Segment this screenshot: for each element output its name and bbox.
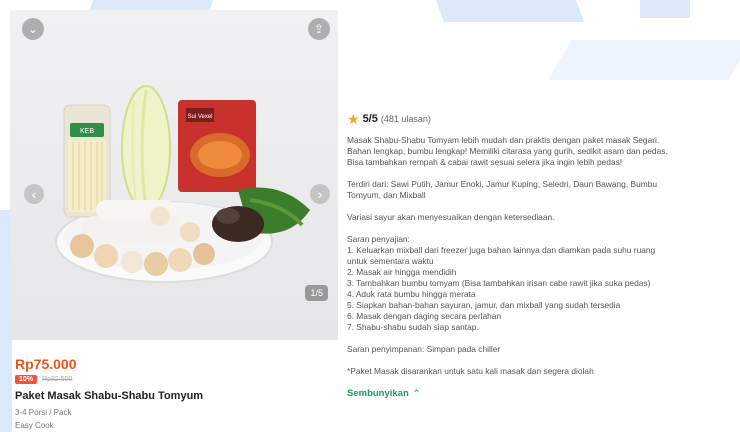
cook-level: Easy Cook [15, 421, 54, 430]
text-line: Terdiri dari: Sawi Putih, Jamur Enoki, J… [347, 179, 658, 189]
serving-step: 1. Keluarkan mixball dari freezer juga b… [347, 245, 656, 255]
rating: ★ 5/5 (481 ulasan) [347, 112, 739, 126]
text-line: *Paket Masak disarankan untuk satu kali … [347, 366, 594, 376]
product-photo: KEB Sui Vexel [55, 85, 310, 283]
product-price: Rp75.000 [15, 356, 77, 372]
contents-paragraph: Terdiri dari: Sawi Putih, Jamur Enoki, J… [347, 179, 739, 201]
text-line: Masak Shabu-Shabu Tomyam lebih mudah dan… [347, 135, 660, 145]
serving-step: 7. Shabu-shabu sudah siap santap. [347, 322, 479, 332]
chevron-down-icon: ⌄ [27, 22, 39, 36]
serving-step: untuk sementara waktu [347, 256, 434, 266]
product-name: Paket Masak Shabu-Shabu Tomyum [15, 390, 204, 402]
next-image-button[interactable]: › [310, 184, 330, 204]
rating-count: (481 ulasan) [380, 113, 431, 124]
original-price: Rp82.500 [42, 376, 73, 383]
background-decoration [548, 40, 740, 80]
variation-note: Variasi sayur akan menyesuaikan dengan k… [347, 212, 739, 223]
star-icon: ★ [347, 111, 360, 127]
share-icon: ⇪ [313, 22, 325, 36]
text-line: Tomyum, dan Mixball [347, 190, 426, 200]
text-line: Bisa tambahkan rempah & cabai rawit sesu… [347, 157, 623, 167]
portion-info: 3-4 Porsi / Pack [15, 408, 72, 417]
image-counter: 1/5 [305, 285, 328, 301]
serving-step: 4. Aduk rata bumbu hingga merata [347, 289, 476, 299]
hide-description-link[interactable]: Sembunyikan ⌃ [347, 388, 420, 399]
product-description: ★ 5/5 (481 ulasan) Masak Shabu-Shabu Tom… [347, 112, 739, 399]
chevron-up-icon: ⌃ [412, 388, 421, 398]
text-line: Bahan lengkap, bumbu lengkap! Memiliki c… [347, 146, 668, 156]
serving-step: 2. Masak air hingga mendidih [347, 267, 457, 277]
serving-title: Saran penyajian: [347, 234, 410, 244]
chevron-right-icon: › [317, 186, 323, 202]
storage-note: Saran penyimpanan: Simpan pada chiller [347, 344, 739, 355]
previous-image-button[interactable]: ‹ [24, 184, 44, 204]
serving-step: 6. Masak dengan daging secara perlahan [347, 311, 502, 321]
background-decoration [435, 0, 585, 22]
cooking-note: *Paket Masak disarankan untuk satu kali … [347, 366, 739, 377]
background-decoration [640, 0, 690, 18]
serving-instructions: Saran penyajian: 1. Keluarkan mixball da… [347, 234, 739, 333]
noodle-package-label: KEB [80, 128, 94, 135]
chevron-left-icon: ‹ [31, 186, 37, 202]
text-line: Variasi sayur akan menyesuaikan dengan k… [347, 212, 555, 222]
serving-step: 3. Tambahkan bumbu tomyam (Bisa tambahka… [347, 278, 651, 288]
intro-paragraph: Masak Shabu-Shabu Tomyam lebih mudah dan… [347, 135, 739, 168]
share-button[interactable]: ⇪ [308, 18, 330, 40]
collapse-button[interactable]: ⌄ [22, 18, 44, 40]
discount-row: 10% Rp82.500 [15, 375, 72, 384]
mix-package-label: Sui Vexel [187, 114, 212, 120]
hide-label: Sembunyikan [347, 388, 409, 399]
text-line: Saran penyimpanan: Simpan pada chiller [347, 344, 501, 354]
serving-step: 5. Siapkan bahan-bahan sayuran, jamur, d… [347, 300, 621, 310]
rating-score: 5/5 [362, 112, 378, 125]
discount-badge: 10% [15, 375, 38, 384]
product-image-gallery[interactable]: KEB Sui Vexel ⌄ ⇪ ‹ › 1/5 [10, 10, 338, 340]
